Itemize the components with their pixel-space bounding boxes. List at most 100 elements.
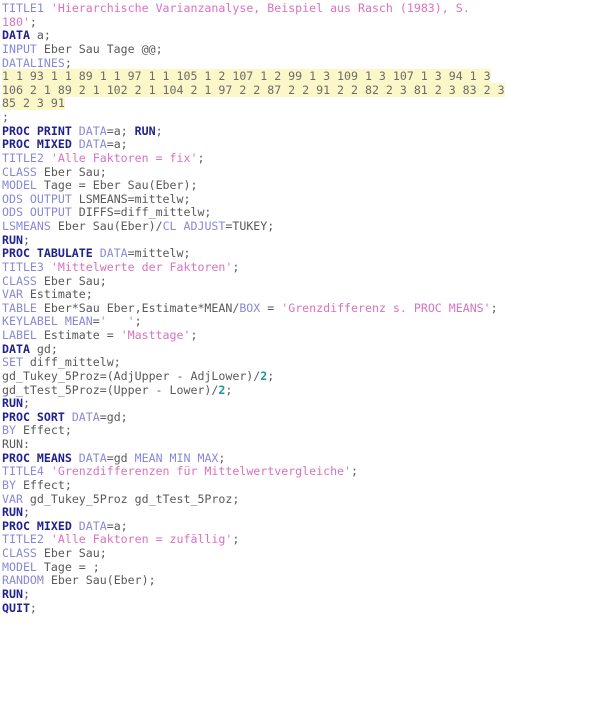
code-line: SET diff_mittelw; — [2, 355, 595, 370]
code-token-step: RUN — [2, 505, 23, 520]
code-token-plain: ; — [134, 314, 142, 329]
code-token-plain: ; — [232, 532, 240, 547]
code-line: BY Effect; — [2, 477, 595, 493]
code-token-kw: TITLE2 — [2, 532, 44, 547]
code-token-plain: Effect; — [15, 423, 72, 438]
code-token-plain: Eber Sau; — [36, 546, 107, 560]
code-line: RUN: — [2, 437, 595, 452]
code-token-str: 'Grenzdifferenzen für Mittelwertvergleic… — [50, 464, 352, 479]
code-line: TITLE4 'Grenzdifferenzen für Mittelwertv… — [2, 464, 595, 479]
code-token-opt: DATA — [99, 246, 128, 261]
code-token-step: DATA — [2, 341, 30, 356]
code-token-plain: ; — [29, 14, 37, 29]
code-token-plain: DIFFS=diff_mittelw; — [71, 205, 212, 220]
code-token-opt: BOX — [239, 300, 261, 315]
code-token-plain: Tage = ; — [36, 559, 100, 574]
code-token-plain: ; — [29, 600, 37, 615]
code-line: CLASS Eber Sau; — [2, 273, 595, 289]
code-line: PROC MEANS DATA=gd MEAN MIN MAX; — [2, 450, 595, 466]
code-token-kw: TITLE3 — [2, 259, 44, 274]
code-token-plain: Eber Sau(Eber)/ — [50, 219, 163, 233]
code-line: RUN; — [2, 233, 595, 248]
code-token-step: RUN — [2, 396, 23, 411]
code-token-plain: diff_mittelw; — [22, 355, 121, 370]
code-line: MODEL Tage = ; — [2, 559, 595, 575]
code-token-plain: Effect; — [15, 477, 72, 492]
code-line: INPUT Eber Sau Tage @@; — [2, 41, 595, 57]
code-token-kw: ODS OUTPUT — [2, 205, 72, 220]
code-line: TITLE1 'Hierarchische Varianzanalyse, Be… — [2, 1, 595, 16]
code-line: DATALINES; — [2, 55, 595, 71]
code-line: TABLE Eber*Sau Eber,Estimate*MEAN/BOX = … — [2, 300, 595, 316]
code-line: LSMEANS Eber Sau(Eber)/CL ADJUST=TUKEY; — [2, 219, 595, 234]
code-token-plain: ; — [2, 110, 9, 124]
code-token-kw: ODS OUTPUT — [2, 191, 72, 206]
code-token-data: 1 1 93 1 1 89 1 1 97 1 1 105 1 2 107 1 2… — [2, 69, 491, 84]
code-token-step: PROC TABULATE — [2, 246, 93, 261]
code-token-plain: ; — [490, 300, 498, 315]
code-token-plain: =a; — [106, 123, 135, 138]
code-token-kw: CLASS — [2, 273, 37, 288]
code-token-plain: ; — [267, 368, 275, 383]
code-token-plain: gd; — [29, 341, 58, 356]
datalines-row: 1 1 93 1 1 89 1 1 97 1 1 105 1 2 107 1 2… — [2, 69, 595, 84]
code-line: PROC SORT DATA=gd; — [2, 410, 595, 425]
code-line: RUN; — [2, 587, 595, 602]
code-line: MODEL Tage = Eber Sau(Eber); — [2, 178, 595, 193]
code-line: PROC MIXED DATA=a; — [2, 137, 595, 152]
code-line: gd_tTest_5Proz=(Upper - Lower)/2; — [2, 382, 595, 398]
code-token-opt: CL ADJUST — [162, 219, 226, 233]
code-token-plain: LSMEANS=mittelw; — [71, 191, 191, 206]
code-token-kw: MODEL — [2, 559, 37, 574]
code-line: TITLE3 'Mittelwerte der Faktoren'; — [2, 259, 595, 275]
code-token-plain: = — [92, 314, 100, 329]
code-line: ODS OUTPUT DIFFS=diff_mittelw; — [2, 206, 595, 220]
code-line: gd_Tukey_5Proz=(AdjUpper - AdjLower)/2; — [2, 368, 595, 384]
code-token-plain: =TUKEY; — [225, 219, 275, 233]
code-token-kw: CLASS — [2, 164, 37, 179]
code-line: DATA gd; — [2, 341, 595, 357]
code-token-kw: TITLE2 — [2, 150, 44, 165]
code-token-kw: VAR — [2, 491, 23, 506]
code-token-plain: ; — [64, 55, 72, 70]
code-line: LABEL Estimate = 'Masttage'; — [2, 328, 595, 343]
code-token-opt: MEAN MIN MAX — [134, 450, 219, 465]
code-line: CLASS Eber Sau; — [2, 546, 595, 561]
code-token-str: 'Hierarchische Varianzanalyse, Beispiel … — [50, 1, 470, 15]
code-line: ; — [2, 110, 595, 125]
code-line: QUIT; — [2, 600, 595, 616]
code-token-str: 'Alle Faktoren = zufällig' — [50, 532, 233, 547]
code-token-step: PROC MIXED — [2, 137, 72, 152]
code-token-plain: Eber Sau(Eber); — [43, 573, 156, 588]
code-line: DATA a; — [2, 28, 595, 43]
code-token-plain: gd_tTest_5Proz=(Upper - Lower)/ — [2, 382, 219, 397]
code-line: CLASS Eber Sau; — [2, 164, 595, 180]
code-line: KEYLABEL MEAN=' '; — [2, 315, 595, 329]
code-line: TITLE2 'Alle Faktoren = zufällig'; — [2, 533, 595, 547]
code-token-plain: ; — [218, 450, 226, 465]
code-token-kw: DATALINES — [2, 55, 65, 70]
code-token-kw: LSMEANS — [2, 219, 51, 233]
code-token-str: 'Grenzdifferenz s. PROC MEANS' — [281, 300, 491, 315]
code-token-plain: ; — [22, 505, 30, 520]
code-line: RUN; — [2, 505, 595, 520]
sas-code-listing[interactable]: TITLE1 'Hierarchische Varianzanalyse, Be… — [0, 0, 595, 615]
code-token-plain: Eber*Sau Eber,Estimate*MEAN/ — [36, 300, 240, 315]
code-line: PROC TABULATE DATA=mittelw; — [2, 246, 595, 261]
code-token-opt: DATA — [78, 123, 107, 138]
code-token-plain: Eber Sau Tage @@; — [36, 41, 163, 56]
code-line: RUN; — [2, 396, 595, 411]
code-token-opt: DATA — [78, 137, 107, 152]
code-token-str: ' ' — [99, 314, 135, 329]
code-token-kw: SET — [2, 355, 23, 370]
code-token-kw: BY — [2, 477, 16, 492]
code-token-plain: =a; — [106, 137, 128, 152]
